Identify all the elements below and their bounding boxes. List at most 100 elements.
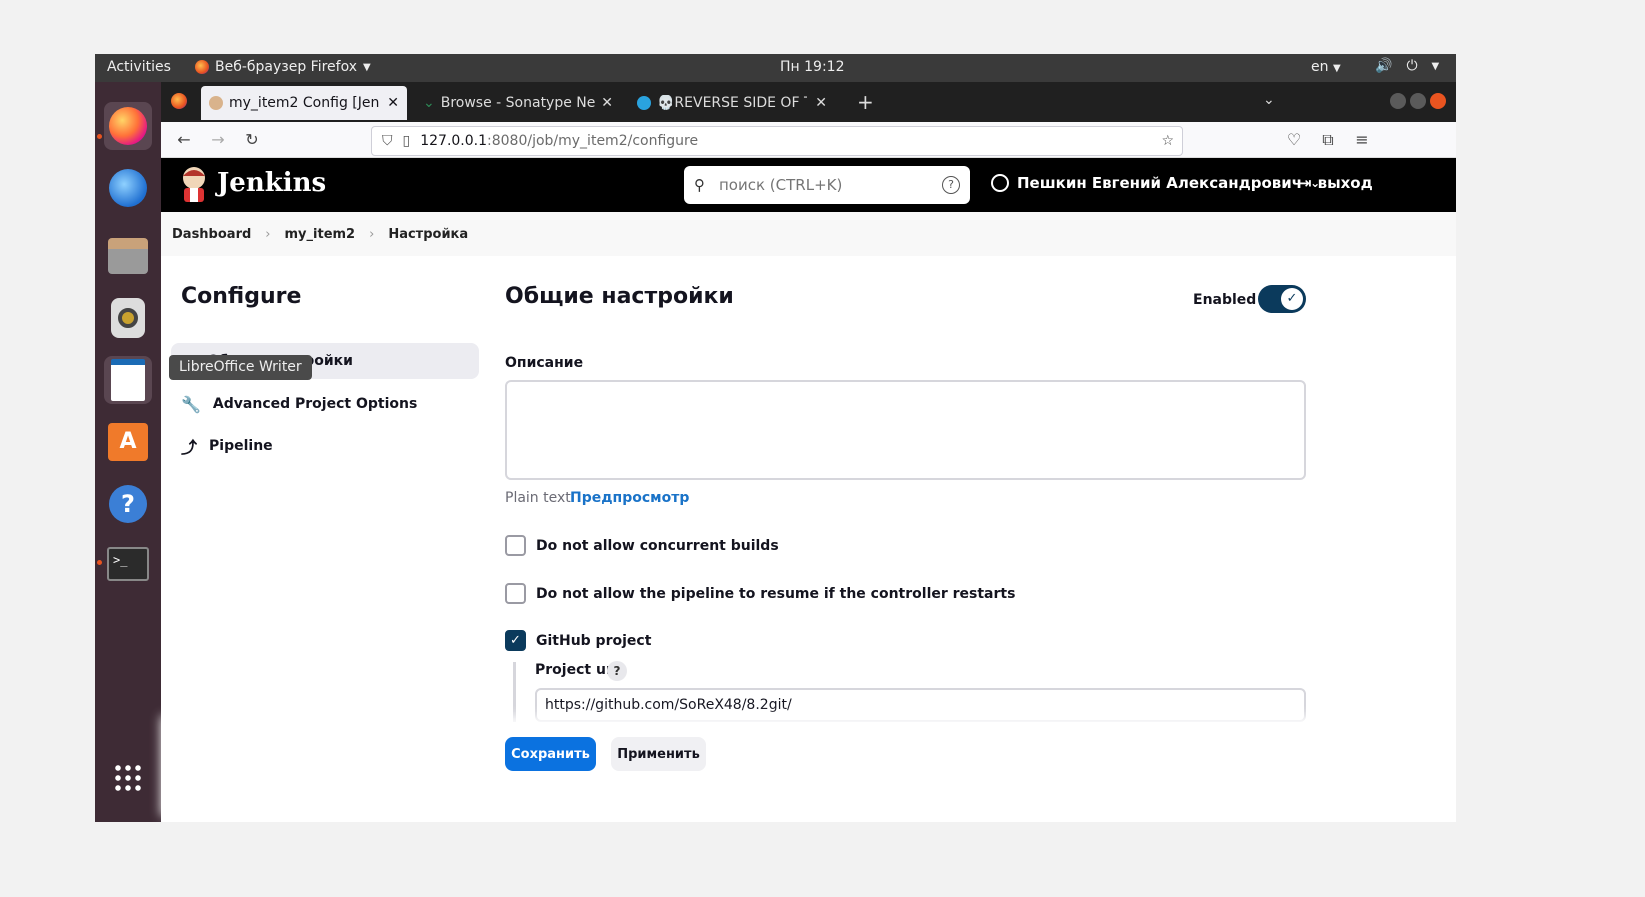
plain-text-label: Plain text — [505, 490, 571, 506]
sidebar-item-advanced[interactable]: 🔧 Advanced Project Options — [171, 386, 479, 422]
bottom-action-bar — [161, 722, 1456, 822]
sidebar-item-pipeline[interactable]: ⤴ Pipeline — [171, 428, 479, 464]
enabled-label: Enabled — [1193, 292, 1257, 308]
user-name: Пешкин Евгений Александрович — [1017, 174, 1303, 192]
maximize-button[interactable] — [1410, 93, 1426, 109]
logout-link[interactable]: ⇥ выход — [1299, 174, 1373, 192]
activities-button[interactable]: Activities — [107, 59, 171, 75]
close-icon[interactable]: ✕ — [815, 95, 827, 111]
jenkins-logo-icon[interactable] — [177, 164, 211, 204]
desktop-screen: Activities Веб-браузер Firefox ▼ Пн 19:1… — [95, 54, 1456, 822]
browser-nav-bar: ← → ↻ ⛉ ▯ 127.0.0.1:8080/job/my_item2/co… — [161, 122, 1456, 158]
github-project-label[interactable]: GitHub project — [536, 633, 651, 649]
user-avatar-icon — [991, 174, 1009, 192]
new-tab-button[interactable]: + — [857, 90, 874, 114]
help-icon[interactable]: ? — [607, 661, 627, 681]
tab-label: 💀REVERSE SIDE OF THE — [657, 95, 807, 111]
app-menu-label: Веб-браузер Firefox — [215, 59, 358, 75]
preview-link[interactable]: Предпросмотр — [570, 490, 689, 506]
power-icon: ⏻ — [1406, 58, 1418, 74]
project-url-input[interactable] — [535, 688, 1306, 722]
url-bar[interactable]: ⛉ ▯ 127.0.0.1:8080/job/my_item2/configur… — [371, 126, 1183, 156]
telegram-favicon — [637, 96, 651, 110]
github-project-checkbox[interactable]: ✓ — [505, 630, 526, 651]
minimize-button[interactable] — [1390, 93, 1406, 109]
description-label: Описание — [505, 355, 584, 371]
logout-icon: ⇥ — [1299, 174, 1312, 192]
resume-checkbox[interactable] — [505, 583, 526, 604]
description-field[interactable] — [505, 380, 1306, 480]
check-icon: ✓ — [1281, 288, 1303, 310]
chevron-down-icon: ▼ — [363, 61, 371, 73]
pocket-icon[interactable]: ♡ — [1283, 129, 1305, 151]
files-icon[interactable] — [104, 232, 152, 280]
resume-label[interactable]: Do not allow the pipeline to resume if t… — [536, 586, 1015, 602]
gnome-top-bar: Activities Веб-браузер Firefox ▼ Пн 19:1… — [95, 54, 1456, 82]
writer-icon[interactable] — [104, 356, 152, 404]
sidebar-item-label: Pipeline — [209, 438, 273, 454]
back-icon[interactable]: ← — [173, 129, 195, 151]
firefox-icon[interactable] — [104, 102, 152, 150]
concurrent-builds-label[interactable]: Do not allow concurrent builds — [536, 538, 779, 554]
url-host: 127.0.0.1 — [420, 133, 488, 149]
chevron-right-icon: › — [265, 226, 271, 242]
reload-icon[interactable]: ↻ — [241, 129, 263, 151]
help-circle-icon[interactable]: ? — [942, 176, 960, 194]
dock-tooltip: LibreOffice Writer — [169, 355, 312, 380]
extensions-icon[interactable]: ⧉ — [1317, 129, 1339, 151]
running-indicator — [97, 134, 102, 139]
list-all-tabs-icon[interactable]: ⌄ — [1263, 92, 1275, 108]
wrench-icon: 🔧 — [181, 394, 201, 414]
app-menu[interactable]: Веб-браузер Firefox ▼ — [195, 59, 371, 75]
shield-icon[interactable]: ⛉ — [382, 133, 393, 149]
user-menu[interactable]: Пешкин Евгений Александрович ⌄ — [991, 174, 1320, 192]
tab-label: Browse - Sonatype Nexus — [440, 95, 596, 111]
jenkins-header: Jenkins ⚲ ? Пешкин Евгений Александрович… — [161, 158, 1456, 212]
save-button[interactable]: Сохранить — [505, 737, 596, 771]
menu-icon[interactable]: ≡ — [1351, 129, 1373, 151]
tab-jenkins-config[interactable]: my_item2 Config [Jenkins] ✕ — [201, 86, 407, 120]
breadcrumb-configure[interactable]: Настройка — [388, 227, 468, 242]
volume-icon: 🔊 — [1375, 58, 1393, 74]
system-menu[interactable]: 🔊 ⏻ ▼ — [1375, 58, 1439, 74]
breadcrumb: Dashboard › my_item2 › Настройка — [161, 212, 1456, 256]
close-icon[interactable]: ✕ — [387, 95, 399, 111]
chevron-right-icon: › — [369, 226, 375, 242]
language-indicator[interactable]: en ▼ — [1311, 59, 1341, 75]
breadcrumb-job[interactable]: my_item2 — [285, 227, 356, 242]
terminal-icon[interactable]: >_ — [104, 540, 152, 588]
window-controls — [1390, 93, 1446, 109]
jenkins-title[interactable]: Jenkins — [217, 168, 326, 198]
breadcrumb-dashboard[interactable]: Dashboard — [172, 227, 251, 242]
ubuntu-dock: A ? >_ — [95, 82, 161, 822]
clock[interactable]: Пн 19:12 — [780, 59, 844, 75]
bookmark-star-icon[interactable]: ☆ — [1161, 133, 1174, 149]
section-title: Общие настройки — [505, 284, 734, 309]
thunderbird-icon[interactable] — [104, 164, 152, 212]
sidebar-item-label: Advanced Project Options — [212, 396, 418, 412]
search-input[interactable] — [717, 175, 917, 195]
forward-icon[interactable]: → — [207, 129, 229, 151]
browser-tab-bar: my_item2 Config [Jenkins] ✕ ⌄ Browse - S… — [161, 82, 1456, 122]
running-indicator — [97, 560, 102, 565]
logout-label: выход — [1317, 174, 1373, 192]
search-icon: ⚲ — [694, 176, 705, 194]
enabled-toggle[interactable]: ✓ — [1258, 285, 1306, 313]
tab-telegram[interactable]: 💀REVERSE SIDE OF THE ✕ — [629, 86, 835, 120]
help-icon[interactable]: ? — [104, 480, 152, 528]
url-text: 127.0.0.1:8080/job/my_item2/configure — [420, 133, 698, 149]
concurrent-builds-checkbox[interactable] — [505, 535, 526, 556]
apply-button[interactable]: Применить — [611, 737, 706, 771]
firefox-view-icon[interactable] — [171, 93, 187, 109]
page-icon[interactable]: ▯ — [403, 133, 411, 149]
close-icon[interactable]: ✕ — [601, 95, 613, 111]
nexus-favicon: ⌄ — [423, 95, 435, 111]
tab-nexus[interactable]: ⌄ Browse - Sonatype Nexus ✕ — [415, 86, 621, 120]
tab-label: my_item2 Config [Jenkins] — [229, 95, 379, 111]
software-icon[interactable]: A — [104, 418, 152, 466]
close-window-button[interactable] — [1430, 93, 1446, 109]
page-title: Configure — [181, 284, 302, 309]
apps-grid-icon[interactable] — [104, 754, 152, 802]
rhythmbox-icon[interactable] — [104, 294, 152, 342]
search-box: ⚲ ? — [684, 166, 970, 204]
